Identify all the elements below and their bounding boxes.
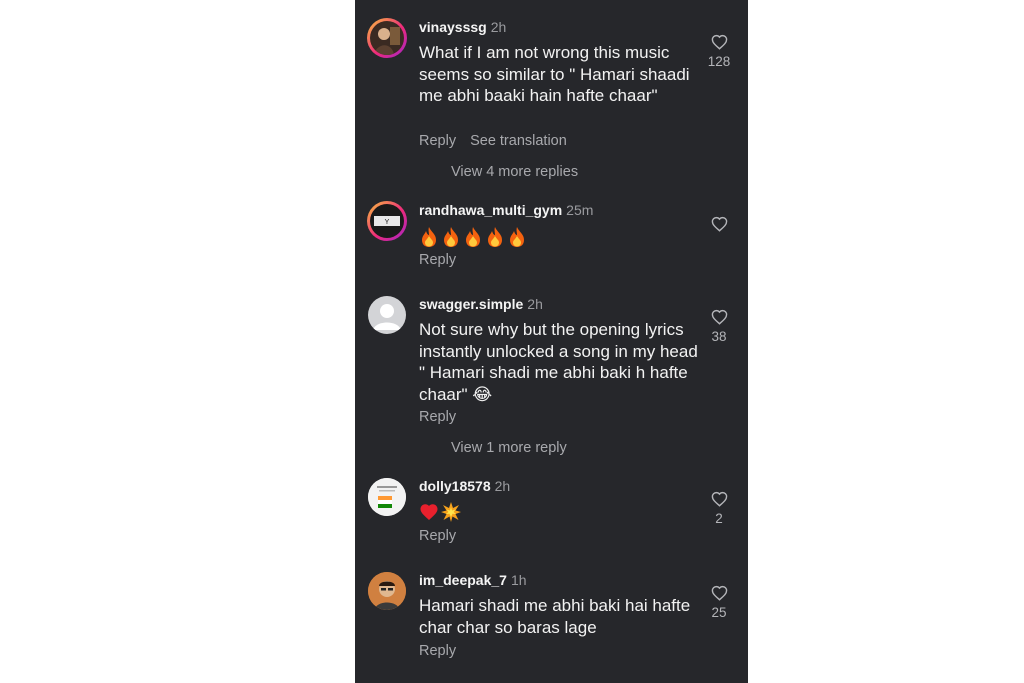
timestamp: 2h <box>494 478 511 494</box>
collision-emoji-icon <box>441 502 461 522</box>
reply-button[interactable]: Reply <box>419 409 456 425</box>
view-more-replies-button[interactable]: View 4 more replies <box>451 164 578 180</box>
heart-outline-icon[interactable] <box>711 216 728 232</box>
avatar[interactable] <box>368 296 406 334</box>
fire-emoji-icon <box>488 227 502 247</box>
reply-button[interactable]: Reply <box>419 252 456 268</box>
timestamp: 1h <box>510 572 527 588</box>
avatar[interactable]: Y <box>367 201 407 241</box>
avatar[interactable] <box>368 572 406 610</box>
view-more-replies-button[interactable]: View 1 more reply <box>451 440 567 456</box>
like-count: 25 <box>711 605 727 620</box>
username[interactable]: swagger.simple <box>419 296 523 312</box>
timestamp: 2h <box>527 296 543 312</box>
username[interactable]: vinaysssg <box>419 19 487 35</box>
comment-text: What if I am not wrong this music seems … <box>419 43 690 105</box>
svg-text:Y: Y <box>385 219 390 226</box>
fire-emoji-icon <box>444 227 458 247</box>
fire-emoji-icon <box>422 227 436 247</box>
reply-button[interactable]: Reply <box>419 133 456 149</box>
heart-outline-icon[interactable] <box>711 34 728 50</box>
reply-button[interactable]: Reply <box>419 643 456 659</box>
heart-outline-icon[interactable] <box>711 491 728 507</box>
username[interactable]: randhawa_multi_gym <box>419 202 562 218</box>
heart-outline-icon[interactable] <box>711 585 728 601</box>
comment-text: Hamari shadi me abhi baki hai hafte char… <box>419 596 691 637</box>
like-count: 128 <box>707 54 731 69</box>
comment-emojis <box>419 501 704 523</box>
avatar[interactable] <box>368 478 406 516</box>
red-heart-emoji-icon <box>420 504 438 520</box>
fire-emoji-icon <box>510 227 524 247</box>
see-translation-button[interactable]: See translation <box>470 133 567 149</box>
comment-emojis <box>419 226 704 248</box>
comments-panel: vinaysssg 2h What if I am not wrong this … <box>355 0 748 683</box>
like-count: 2 <box>715 511 723 526</box>
heart-outline-icon[interactable] <box>711 309 728 325</box>
avatar[interactable] <box>367 18 407 58</box>
timestamp: 25m <box>566 202 594 218</box>
username[interactable]: im_deepak_7 <box>419 572 507 588</box>
like-count: 38 <box>711 329 727 344</box>
timestamp: 2h <box>490 19 507 35</box>
comment-text: Not sure why but the opening lyrics inst… <box>419 320 698 404</box>
fire-emoji-icon <box>466 227 480 247</box>
username[interactable]: dolly18578 <box>419 478 491 494</box>
reply-button[interactable]: Reply <box>419 528 456 544</box>
